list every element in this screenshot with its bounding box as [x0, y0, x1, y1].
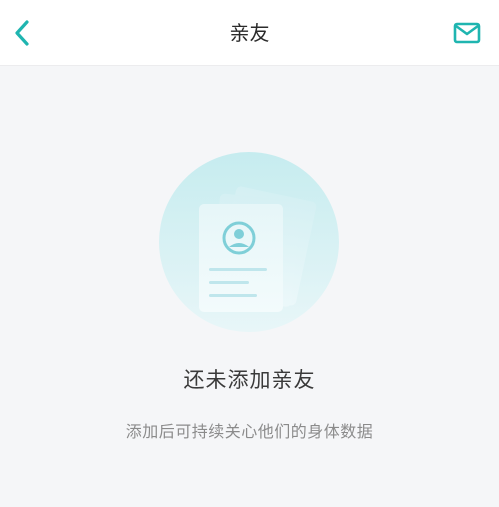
app-screen: 亲友 还未添加亲友 添加后可持续关心他们的身体数据	[0, 0, 499, 507]
top-nav-bar: 亲友	[0, 0, 499, 66]
mail-icon	[453, 22, 481, 44]
empty-state-description: 添加后可持续关心他们的身体数据	[125, 422, 374, 441]
messages-button[interactable]	[447, 0, 487, 66]
empty-state-title: 还未添加亲友	[183, 368, 316, 392]
contact-cards-illustration	[159, 152, 339, 332]
page-title: 亲友	[229, 21, 270, 45]
empty-state: 还未添加亲友 添加后可持续关心他们的身体数据	[0, 66, 499, 507]
